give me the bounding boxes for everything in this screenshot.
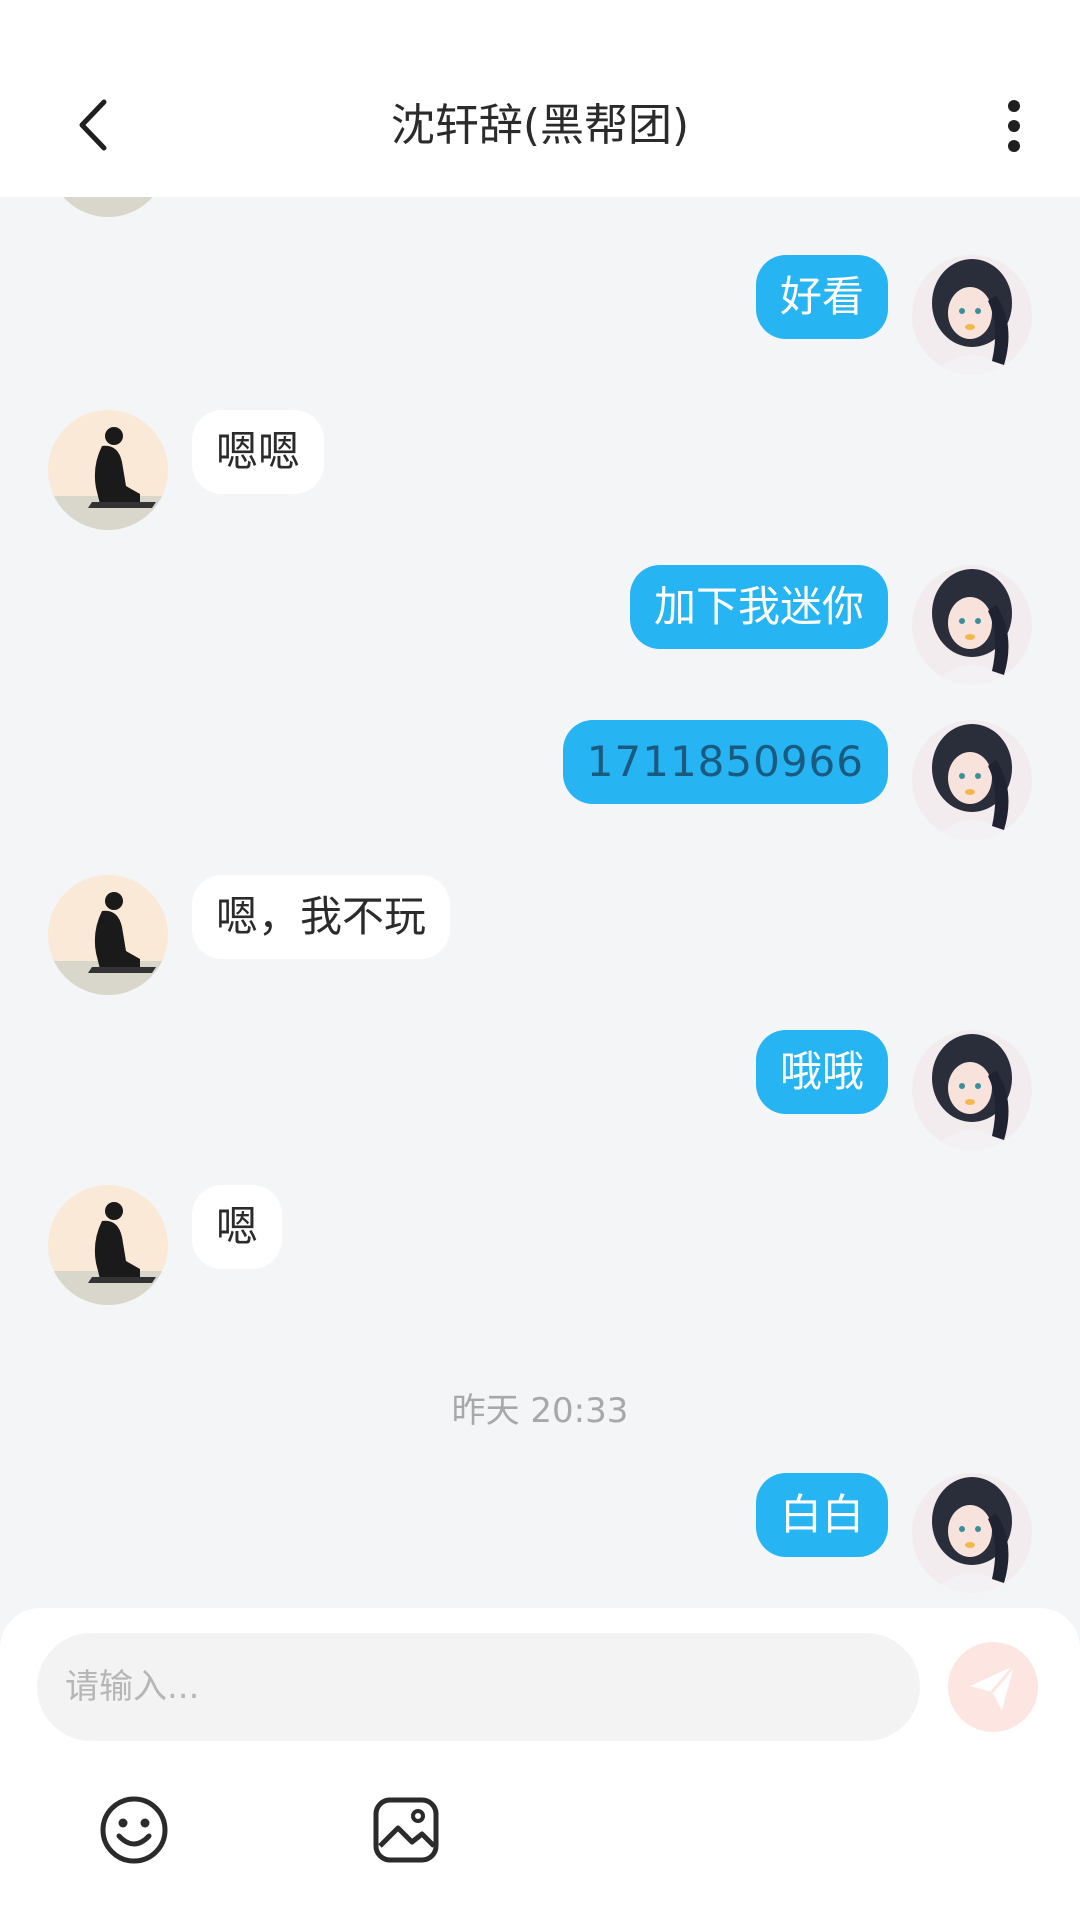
message-bubble-sent[interactable]: 1711850966 bbox=[562, 720, 888, 804]
my-avatar[interactable] bbox=[912, 720, 1032, 840]
my-avatar[interactable] bbox=[912, 255, 1032, 375]
message-bubble-received[interactable]: 嗯，我不玩 bbox=[192, 875, 451, 959]
my-avatar[interactable] bbox=[912, 565, 1032, 685]
send-button[interactable] bbox=[948, 1642, 1038, 1732]
my-avatar[interactable] bbox=[912, 1030, 1032, 1150]
message-bubble-received[interactable]: 嗯嗯 bbox=[192, 410, 325, 494]
more-options-button[interactable] bbox=[984, 96, 1044, 156]
message-timestamp: 昨天 20:33 bbox=[451, 1391, 629, 1431]
message-list[interactable]: 好看 嗯嗯 加下我迷你 1711850966 嗯，我不玩 哦哦 嗯 昨天 20:… bbox=[0, 197, 1080, 1609]
my-avatar[interactable] bbox=[912, 1473, 1032, 1593]
message-input[interactable] bbox=[37, 1633, 920, 1741]
send-icon bbox=[970, 1665, 1016, 1710]
message-bubble-sent[interactable]: 好看 bbox=[755, 255, 888, 339]
contact-avatar[interactable] bbox=[48, 875, 168, 995]
message-bubble-received[interactable]: 嗯 bbox=[192, 1185, 283, 1269]
input-panel bbox=[0, 1608, 1080, 1920]
chat-header: 沈轩辞(黑帮团) bbox=[0, 0, 1080, 197]
emoji-icon bbox=[100, 1796, 168, 1864]
image-icon bbox=[373, 1797, 439, 1863]
message-bubble-sent[interactable]: 白白 bbox=[755, 1473, 888, 1557]
contact-avatar[interactable] bbox=[48, 1185, 168, 1305]
contact-avatar[interactable] bbox=[48, 197, 168, 217]
contact-avatar[interactable] bbox=[48, 410, 168, 530]
emoji-button[interactable] bbox=[98, 1794, 170, 1866]
chat-title: 沈轩辞(黑帮团) bbox=[390, 100, 690, 151]
chat-screen: 沈轩辞(黑帮团) 好看 嗯嗯 加下我迷你 1711850966 嗯，我不玩 哦哦… bbox=[0, 0, 1080, 1920]
image-button[interactable] bbox=[370, 1794, 442, 1866]
message-bubble-sent[interactable]: 哦哦 bbox=[755, 1030, 888, 1114]
message-bubble-sent[interactable]: 加下我迷你 bbox=[629, 565, 888, 649]
more-vertical-icon bbox=[1008, 100, 1020, 152]
